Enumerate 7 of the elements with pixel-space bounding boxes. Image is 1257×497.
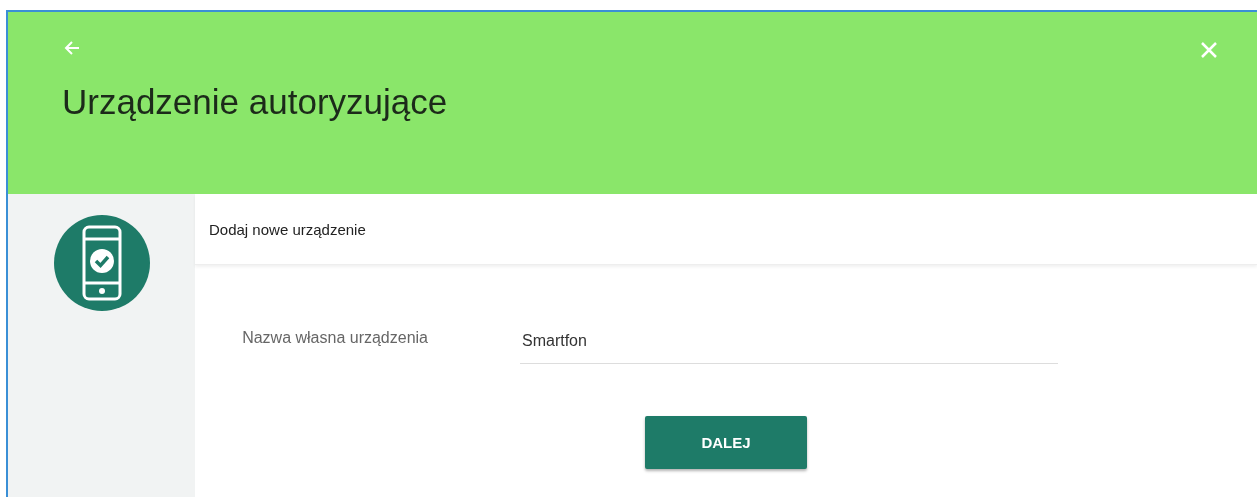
section-title: Dodaj nowe urządzenie	[209, 220, 366, 238]
phone-check-icon	[53, 215, 150, 311]
field-label: Nazwa własna urządzenia	[241, 328, 428, 348]
page-title: Urządzenie autoryzujące	[62, 82, 449, 122]
next-button[interactable]: DALEJ	[645, 416, 807, 469]
input-field[interactable]: Smartfon	[520, 325, 1058, 364]
close-icon[interactable]	[1199, 40, 1219, 60]
